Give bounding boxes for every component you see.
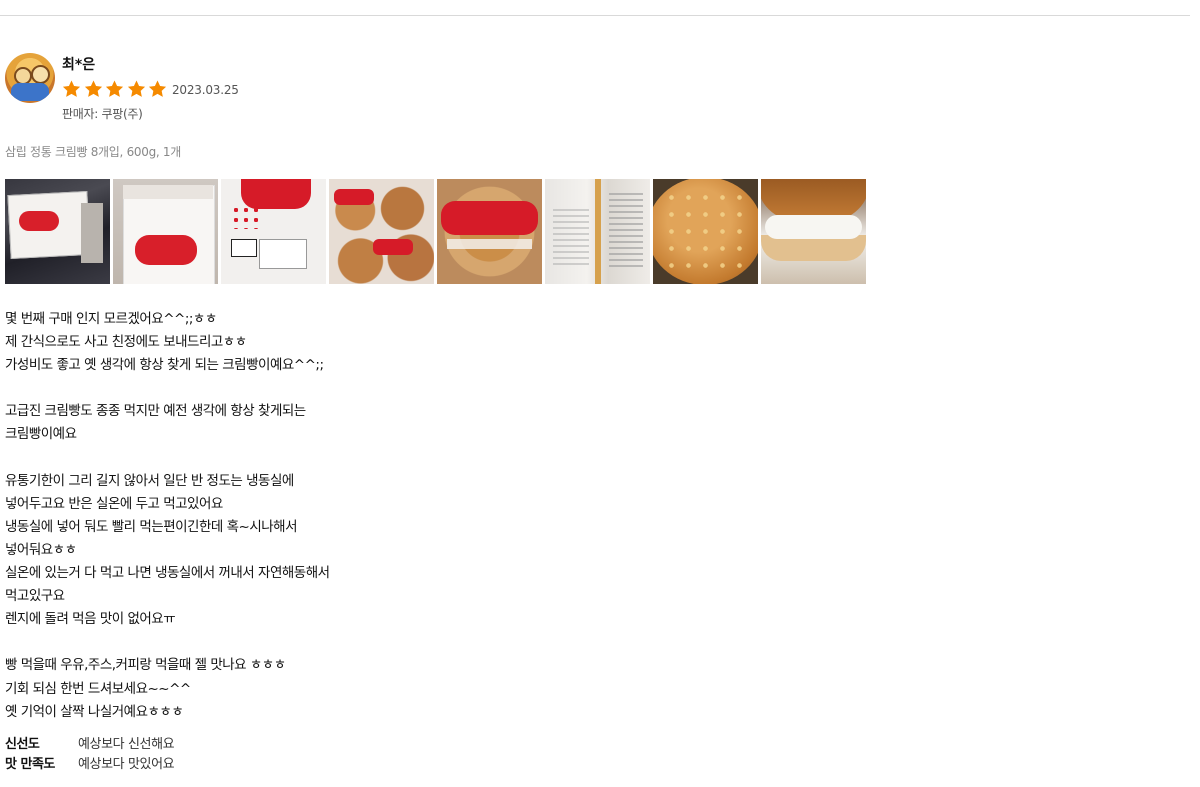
product-option: 삼립 정통 크림빵 8개입, 600g, 1개 bbox=[5, 145, 181, 159]
seller-info: 판매자: 쿠팡(주) bbox=[62, 107, 143, 121]
photo-thumbnail[interactable] bbox=[113, 179, 218, 284]
photo-thumbnail[interactable] bbox=[653, 179, 758, 284]
star-icon bbox=[126, 79, 147, 99]
top-divider bbox=[0, 15, 1190, 16]
survey-row: 맛 만족도 예상보다 맛있어요 bbox=[5, 755, 175, 775]
star-icon bbox=[147, 79, 168, 99]
review-survey: 신선도 예상보다 신선해요 맛 만족도 예상보다 맛있어요 bbox=[5, 735, 175, 775]
review-text: 몇 번째 구매 인지 모르겠어요^^;;ㅎㅎ 제 간식으로도 사고 친정에도 보… bbox=[5, 311, 330, 720]
star-icon bbox=[83, 79, 104, 99]
review-date: 2023.03.25 bbox=[172, 83, 239, 97]
rating-stars bbox=[61, 79, 169, 99]
photo-thumbnail[interactable] bbox=[545, 179, 650, 284]
survey-row: 신선도 예상보다 신선해요 bbox=[5, 735, 175, 755]
photo-thumbnail[interactable] bbox=[329, 179, 434, 284]
survey-answer: 예상보다 맛있어요 bbox=[78, 757, 175, 772]
photo-thumbnail[interactable] bbox=[221, 179, 326, 284]
survey-answer: 예상보다 신선해요 bbox=[78, 737, 175, 752]
photo-thumbnail[interactable] bbox=[5, 179, 110, 284]
photo-gallery bbox=[5, 179, 869, 284]
photo-thumbnail[interactable] bbox=[761, 179, 866, 284]
survey-label: 맛 만족도 bbox=[5, 757, 55, 772]
avatar bbox=[5, 53, 55, 103]
star-icon bbox=[61, 79, 82, 99]
photo-thumbnail[interactable] bbox=[437, 179, 542, 284]
star-icon bbox=[104, 79, 125, 99]
survey-label: 신선도 bbox=[5, 737, 40, 752]
reviewer-name: 최*은 bbox=[62, 57, 96, 73]
